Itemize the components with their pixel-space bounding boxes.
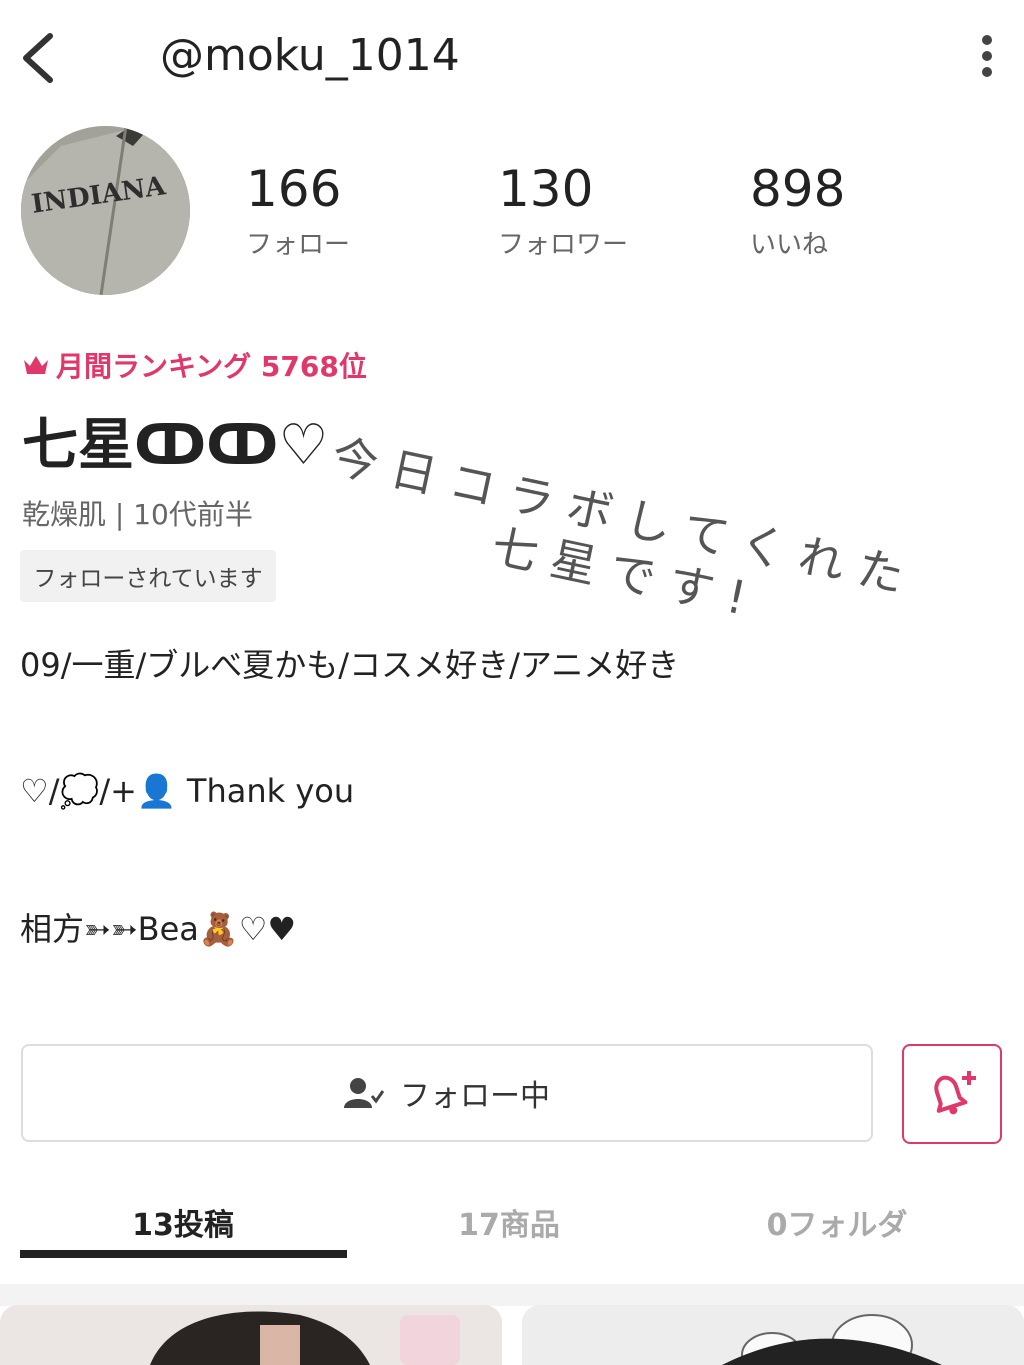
tab-products[interactable]: 17商品	[346, 1200, 672, 1244]
followers-label: フォロワー	[498, 230, 629, 260]
following-button-label: フォロー中	[400, 1079, 550, 1114]
following-label: フォロー	[246, 230, 351, 260]
user-check-icon	[344, 1078, 384, 1108]
monthly-ranking[interactable]: 月間ランキング 5768位	[22, 345, 367, 385]
stat-following[interactable]: 166 フォロー	[246, 160, 446, 261]
active-tab-indicator	[20, 1250, 347, 1258]
bell-plus-icon	[934, 1071, 976, 1115]
username-title: @moku_1014	[160, 30, 460, 81]
bio-line-3: 相方➳➳Bea🧸♡♥	[20, 910, 297, 948]
post-thumbnail[interactable]	[0, 1305, 502, 1365]
likes-label: いいね	[750, 230, 829, 260]
back-icon[interactable]	[14, 30, 64, 86]
stat-followers[interactable]: 130 フォロワー	[498, 160, 698, 261]
bio-line-1: 09/一重/ブルべ夏かも/コスメ好き/アニメ好き	[20, 646, 680, 684]
tab-posts[interactable]: 13投稿	[20, 1200, 346, 1244]
followers-count: 130	[498, 160, 594, 218]
ranking-text: 月間ランキング 5768位	[56, 350, 367, 383]
post-thumbnail[interactable]	[522, 1305, 1024, 1365]
bio-line-2: ♡/💭/+👤 Thank you	[20, 772, 355, 810]
following-count: 166	[246, 160, 342, 218]
avatar[interactable]: INDIANA	[21, 126, 190, 295]
stat-likes[interactable]: 898 いいね	[750, 160, 950, 261]
section-divider	[0, 1284, 1024, 1306]
following-button[interactable]: フォロー中	[21, 1044, 873, 1142]
more-vertical-icon[interactable]	[972, 32, 1002, 82]
crown-icon	[24, 356, 48, 374]
notification-bell-button[interactable]	[902, 1044, 1002, 1144]
display-name: 七星ↀↀ♡	[22, 413, 329, 478]
likes-count: 898	[750, 160, 846, 218]
follows-you-badge: フォローされています	[20, 550, 276, 602]
skin-info: 乾燥肌 | 10代前半	[22, 498, 253, 531]
tab-folders[interactable]: 0フォルダ	[674, 1200, 1000, 1244]
